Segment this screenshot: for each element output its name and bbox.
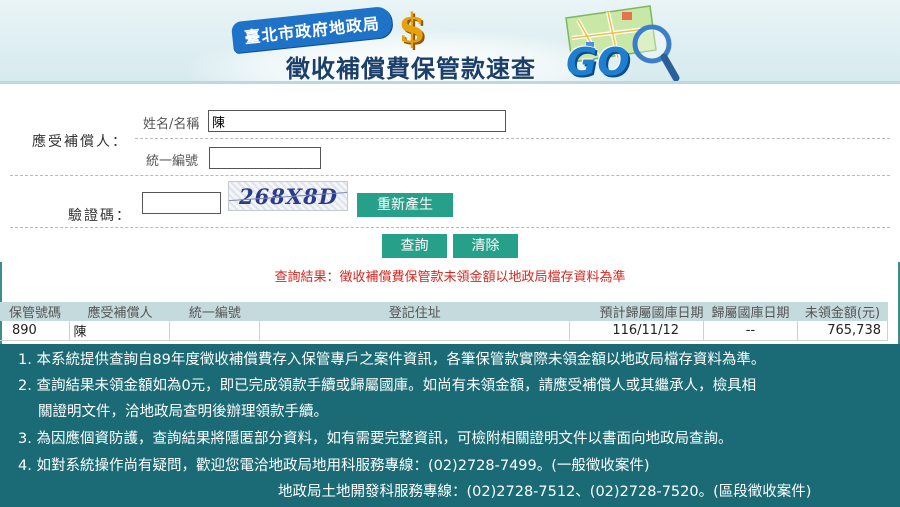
result-notice: 查詢結果：徵收補償費保管款未領金額以地政局檔存資料為準: [274, 270, 626, 285]
magnifier-icon: [632, 24, 680, 82]
taxid-label: 統一編號: [146, 154, 199, 169]
info-line: 地政局土地開發科服務專線：(02)2728-7512、(02)2728-7520…: [278, 484, 812, 500]
cell-treasury-date: --: [703, 321, 798, 341]
go-logo: GO: [566, 40, 630, 84]
taxid-input[interactable]: [209, 147, 321, 169]
info-line: 3. 為因應個資防護，查詢結果將隱匿部分資料，如有需要完整資訊，可檢附相關證明文…: [18, 431, 733, 447]
results-table: 保管號碼 應受補償人 統一編號 登記住址 預計歸屬國庫日期 歸屬國庫日期 未領金…: [0, 302, 889, 341]
page-title: 徵收補償費保管款速查: [286, 55, 536, 83]
recipient-label: 應受補償人：: [32, 134, 128, 150]
info-line: 關證明文件，洽地政局查明後辦理領款手續。: [38, 404, 328, 420]
cell-unclaimed-amount: 765,738: [797, 321, 889, 341]
regenerate-captcha-button[interactable]: 重新產生: [357, 193, 453, 217]
captcha-image: 268X8D: [228, 181, 348, 211]
info-line: 2. 查詢結果未領金額如為0元，即已完成領款手續或歸屬國庫。如尚有未領金額，請應…: [18, 378, 757, 394]
captcha-input[interactable]: [142, 192, 221, 214]
column-header: 登記住址: [259, 302, 570, 321]
cell-recipient: 陳: [69, 321, 171, 341]
info-panel: 1. 本系統提供查詢自89年度徵收補償費存入保管專戶之案件資訊，各筆保管款實際未…: [0, 344, 900, 507]
divider: [135, 138, 890, 139]
cell-address: [259, 321, 571, 341]
name-label: 姓名/名稱: [143, 117, 200, 132]
divider: [10, 227, 890, 228]
name-input[interactable]: [208, 110, 506, 132]
column-header: 預計歸屬國庫日期: [569, 302, 704, 321]
search-form: 應受補償人： 姓名/名稱 統一編號 驗證碼： 268X8D 重新產生 查詢 清除: [0, 100, 900, 268]
column-header: 應受補償人: [69, 302, 170, 321]
clear-button[interactable]: 清除: [453, 234, 518, 258]
column-header: 歸屬國庫日期: [703, 302, 798, 321]
column-header: 統一編號: [169, 302, 260, 321]
cell-custody-number: 890: [0, 321, 71, 341]
cell-expected-date: 116/11/12: [569, 321, 704, 341]
column-header: 保管號碼: [0, 302, 70, 321]
search-button[interactable]: 查詢: [382, 234, 447, 258]
table-header-row: 保管號碼 應受補償人 統一編號 登記住址 預計歸屬國庫日期 歸屬國庫日期 未領金…: [0, 302, 888, 321]
column-header: 未領金額(元): [797, 302, 888, 321]
captcha-label: 驗證碼：: [68, 208, 132, 224]
header-banner: 臺北市政府地政局 $ 徵收補償費保管款速查 GO: [0, 0, 900, 84]
divider: [10, 175, 890, 176]
cell-taxid: [169, 321, 261, 341]
table-row: 890 陳 116/11/12 -- 765,738: [0, 321, 889, 341]
dollar-icon: $: [398, 5, 426, 52]
info-line: 4. 如對系統操作尚有疑問，歡迎您電洽地政局地用科服務專線：(02)2728-7…: [18, 458, 650, 474]
info-line: 1. 本系統提供查詢自89年度徵收補償費存入保管專戶之案件資訊，各筆保管款實際未…: [18, 352, 766, 368]
